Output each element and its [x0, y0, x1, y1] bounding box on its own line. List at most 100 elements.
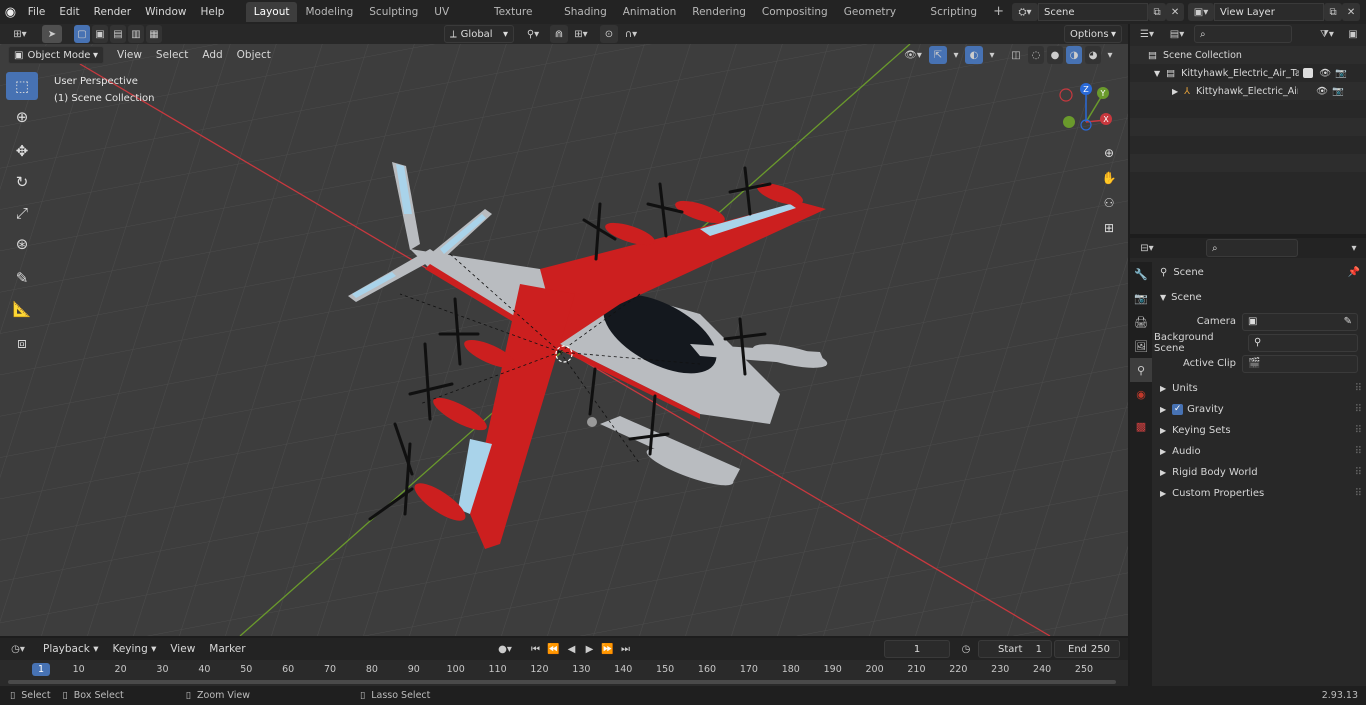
- blender-logo-icon[interactable]: ◉: [0, 5, 21, 20]
- rigid-body-world-panel[interactable]: ▶ Rigid Body World ⠿: [1154, 462, 1366, 483]
- gravity-checkbox[interactable]: ✓: [1172, 404, 1184, 415]
- scene-selector-icon[interactable]: ⛭▾: [1012, 3, 1039, 21]
- display-mode-icon[interactable]: ▤▾: [1164, 25, 1190, 43]
- background-scene-field[interactable]: ⚲: [1247, 333, 1358, 352]
- scene-tab-icon[interactable]: ⚲: [1130, 358, 1152, 382]
- viewport-menu-object[interactable]: Object: [230, 45, 278, 65]
- proportional-edit-icon[interactable]: ⊙: [600, 25, 618, 43]
- transform-orientation-dropdown[interactable]: ⟂ Global ▾: [444, 25, 514, 43]
- world-tab-icon[interactable]: ◉: [1130, 382, 1152, 406]
- viewport-menu-select[interactable]: Select: [149, 45, 195, 65]
- outliner-row-scene-collection[interactable]: ▤ Scene Collection: [1130, 46, 1366, 64]
- drag-handle-icon[interactable]: ⠿: [1355, 404, 1362, 415]
- mode-intersect-icon[interactable]: ▦: [146, 25, 162, 43]
- menu-window[interactable]: Window: [138, 2, 193, 22]
- timeline-menu-playback[interactable]: Playback ▾: [36, 639, 105, 659]
- shading-dropdown-icon[interactable]: ▾: [1104, 46, 1116, 64]
- delete-scene-icon[interactable]: ✕: [1166, 3, 1185, 21]
- falloff-icon[interactable]: ∩▾: [618, 25, 644, 43]
- eye-icon[interactable]: 👁: [1316, 86, 1328, 97]
- tab-compositing[interactable]: Compositing: [754, 2, 836, 22]
- new-collection-icon[interactable]: ▣: [1344, 25, 1362, 43]
- pan-hand-icon[interactable]: ✋: [1098, 167, 1120, 189]
- drag-handle-icon[interactable]: ⠿: [1355, 383, 1362, 394]
- drag-handle-icon[interactable]: ⠿: [1355, 467, 1362, 478]
- xray-toggle-icon[interactable]: ◫: [1007, 46, 1025, 64]
- output-tab-icon[interactable]: 🖨: [1130, 310, 1152, 334]
- timeline-menu-keying[interactable]: Keying ▾: [105, 639, 163, 659]
- add-cube-tool-icon[interactable]: ⧈: [6, 329, 38, 357]
- frame-ruler[interactable]: 1 10 20 30 40 50 60 70 80 90 100 110 120 130 140 150 160…: [0, 660, 1128, 686]
- timeline-scrollbar[interactable]: [8, 680, 1116, 684]
- new-scene-icon[interactable]: ⧉: [1148, 3, 1167, 21]
- tab-rendering[interactable]: Rendering: [684, 2, 754, 22]
- tab-animation[interactable]: Animation: [615, 2, 685, 22]
- render-tab-icon[interactable]: 📷: [1130, 286, 1152, 310]
- editor-type-icon[interactable]: ⊞▾: [6, 25, 34, 43]
- play-reverse-icon[interactable]: ◀: [563, 640, 580, 658]
- camera-icon[interactable]: 📷: [1332, 86, 1344, 97]
- mode-new-icon[interactable]: ▢: [74, 25, 90, 43]
- drag-handle-icon[interactable]: ⠿: [1355, 425, 1362, 436]
- view-layer-field[interactable]: View Layer: [1214, 3, 1325, 21]
- expand-arrow-icon[interactable]: ▶: [1172, 87, 1178, 96]
- eyedropper-icon[interactable]: ✎: [1344, 316, 1352, 327]
- mode-difference-icon[interactable]: ▥: [128, 25, 144, 43]
- timeline-menu-view[interactable]: View: [163, 639, 202, 659]
- view-layer-tab-icon[interactable]: 🖼: [1130, 334, 1152, 358]
- timeline-editor-type-icon[interactable]: ◷▾: [4, 640, 32, 658]
- keying-sets-panel[interactable]: ▶ Keying Sets ⠿: [1154, 420, 1366, 441]
- eye-icon[interactable]: 👁: [1319, 68, 1331, 79]
- move-tool-icon[interactable]: ✥: [6, 137, 38, 165]
- gravity-panel[interactable]: ▶ ✓ Gravity ⠿: [1154, 399, 1366, 420]
- record-icon[interactable]: ●▾: [491, 640, 519, 658]
- properties-search-input[interactable]: ⌕: [1206, 239, 1298, 257]
- jump-start-icon[interactable]: ⏮: [527, 640, 544, 658]
- perspective-toggle-icon[interactable]: ⊞: [1098, 217, 1120, 239]
- options-dropdown[interactable]: Options ▾: [1064, 25, 1122, 43]
- menu-file[interactable]: File: [21, 2, 53, 22]
- select-tool-icon[interactable]: ➤: [42, 25, 62, 43]
- mode-dropdown[interactable]: ▣ Object Mode ▾: [8, 46, 104, 64]
- mode-subtract-icon[interactable]: ▤: [110, 25, 126, 43]
- rotate-tool-icon[interactable]: ↻: [6, 168, 38, 196]
- mode-extend-icon[interactable]: ▣: [92, 25, 108, 43]
- expand-arrow-icon[interactable]: ▼: [1154, 69, 1160, 78]
- outliner-search-input[interactable]: ⌕: [1194, 25, 1292, 43]
- exclude-checkbox[interactable]: [1303, 68, 1314, 78]
- tab-shading[interactable]: Shading: [556, 2, 615, 22]
- jump-end-icon[interactable]: ⏭: [617, 640, 634, 658]
- snap-target-icon[interactable]: ⊞▾: [568, 25, 594, 43]
- gizmo-dropdown-icon[interactable]: ▾: [950, 46, 962, 64]
- measure-tool-icon[interactable]: 📐: [6, 295, 38, 323]
- overlay-dropdown-icon[interactable]: ▾: [986, 46, 998, 64]
- camera-field[interactable]: ▣ ✎: [1242, 312, 1358, 331]
- camera-view-icon[interactable]: ⚇: [1098, 192, 1120, 214]
- tab-geometry-nodes[interactable]: Geometry Nodes: [836, 2, 923, 38]
- tab-sculpting[interactable]: Sculpting: [361, 2, 426, 22]
- pivot-point-icon[interactable]: ⚲▾: [520, 25, 546, 43]
- scene-panel-header[interactable]: ▼ Scene: [1154, 287, 1366, 308]
- drag-handle-icon[interactable]: ⠿: [1355, 488, 1362, 499]
- wireframe-shading-icon[interactable]: ◌: [1028, 46, 1044, 64]
- drag-handle-icon[interactable]: ⠿: [1355, 446, 1362, 457]
- preview-range-icon[interactable]: ◷: [956, 640, 976, 658]
- tool-tab-icon[interactable]: 🔧: [1130, 262, 1152, 286]
- start-frame-field[interactable]: Start 1: [978, 640, 1052, 658]
- add-workspace-icon[interactable]: +: [985, 2, 1012, 22]
- snap-toggle-icon[interactable]: ⋒: [550, 25, 568, 43]
- end-frame-field[interactable]: End 250: [1054, 640, 1120, 658]
- material-shading-icon[interactable]: ◑: [1066, 46, 1082, 64]
- properties-editor-type-icon[interactable]: ⊟▾: [1134, 239, 1160, 257]
- play-icon[interactable]: ▶: [581, 640, 598, 658]
- outliner-editor-type-icon[interactable]: ☰▾: [1134, 25, 1160, 43]
- navigation-gizmo[interactable]: Z Y X: [1058, 82, 1118, 142]
- texture-tab-icon[interactable]: ▩: [1130, 414, 1152, 438]
- cursor-tool-icon[interactable]: ⊕: [6, 103, 38, 131]
- outliner-row-collection[interactable]: ▼ ▤ Kittyhawk_Electric_Air_Taxi_R 👁 📷: [1130, 64, 1366, 82]
- select-box-tool-icon[interactable]: ⬚: [6, 72, 38, 100]
- 3d-viewport[interactable]: User Perspective (1) Scene Collection Z …: [0, 44, 1128, 636]
- units-panel[interactable]: ▶ Units ⠿: [1154, 378, 1366, 399]
- outliner-row-object[interactable]: ▶ ⅄ Kittyhawk_Electric_Air_Ta 👁 📷: [1130, 82, 1366, 100]
- transform-tool-icon[interactable]: ⊛: [6, 230, 38, 258]
